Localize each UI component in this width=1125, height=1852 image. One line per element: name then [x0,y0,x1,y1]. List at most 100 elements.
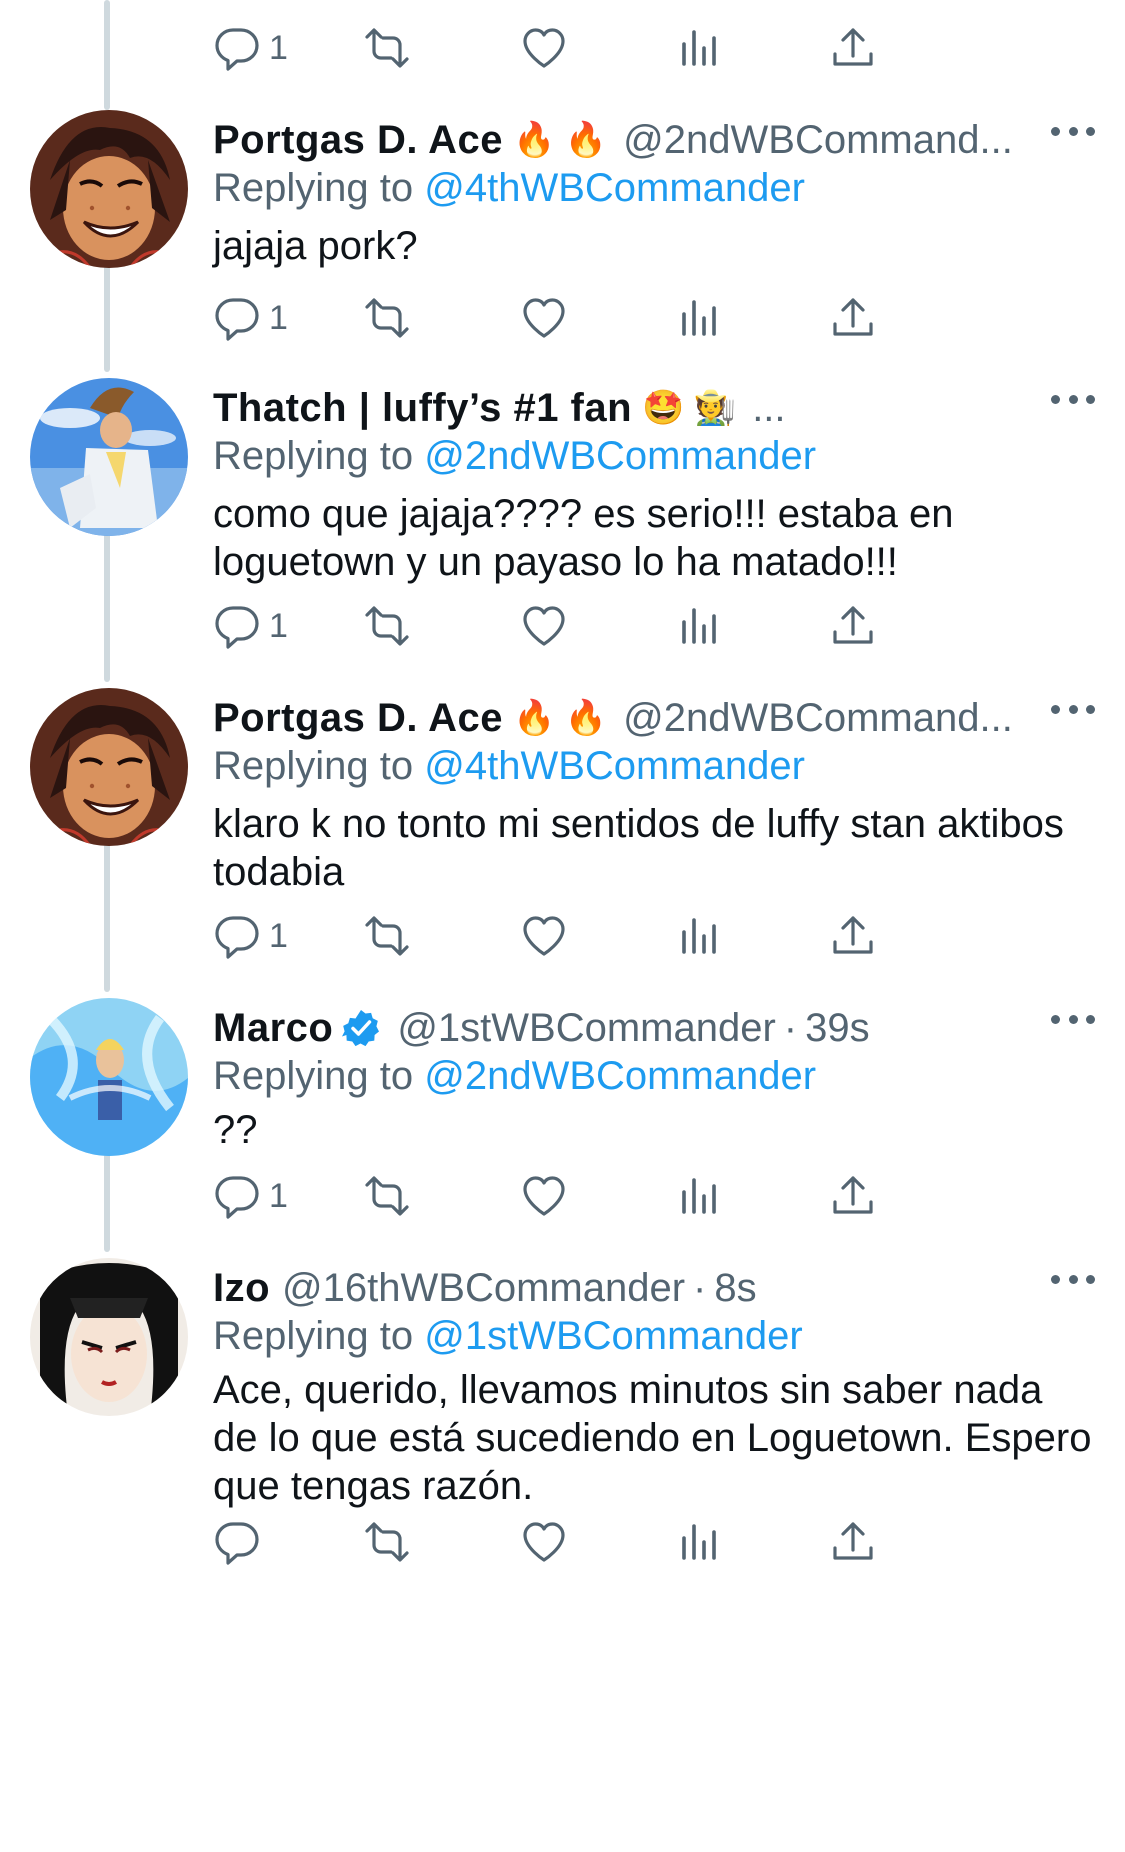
mention-link[interactable]: @2ndWBCommander [424,434,816,478]
display-name[interactable]: Portgas D. Ace [213,696,503,741]
handle[interactable]: @1stWBCommander [397,1006,775,1051]
like-button[interactable] [520,906,568,966]
tweet-actions-bar: 1 [213,906,1013,966]
handle[interactable]: @2ndWBCommand... [623,696,1013,741]
reply-icon [215,298,259,341]
retweet-button[interactable] [363,1512,411,1572]
retweet-icon [365,298,409,338]
avatar[interactable] [30,688,188,846]
views-icon [682,918,716,954]
views-icon [682,1524,716,1560]
display-name[interactable]: Izo [213,1266,270,1311]
avatar[interactable] [30,110,188,268]
name-emoji: 🔥 🔥 [513,699,608,737]
replying-label: Replying to [213,434,414,478]
share-icon [833,1522,873,1560]
reply-button[interactable]: 1 [213,288,288,348]
heart-icon [523,298,565,338]
heart-icon [523,28,565,68]
more-icon[interactable] [1051,1004,1095,1034]
tweet-header: Thatch | luffy’s #1 fan 🤩 🧑‍🌾 ... [213,378,1095,438]
views-button[interactable] [675,288,723,348]
share-button[interactable] [829,596,877,656]
share-icon [833,606,873,644]
mention-link[interactable]: @1stWBCommander [424,1314,802,1358]
retweet-button[interactable] [363,906,411,966]
views-button[interactable] [675,18,723,78]
verified-badge-icon [342,1010,380,1047]
views-button[interactable] [675,906,723,966]
retweet-button[interactable] [363,1166,411,1226]
share-button[interactable] [829,1166,877,1226]
handle[interactable]: @16thWBCommander [282,1266,685,1311]
handle[interactable]: ... [752,386,785,431]
like-button[interactable] [520,18,568,78]
reply-button[interactable]: 1 [213,1166,288,1226]
timestamp[interactable]: 8s [714,1266,756,1311]
views-button[interactable] [675,1166,723,1226]
views-icon [682,1178,716,1214]
mention-link[interactable]: @4thWBCommander [424,744,805,788]
share-button[interactable] [829,906,877,966]
like-button[interactable] [520,288,568,348]
more-icon[interactable] [1051,384,1095,414]
replying-label: Replying to [213,1314,414,1358]
views-icon [682,30,716,66]
reply-icon [215,1176,259,1219]
like-button[interactable] [520,1166,568,1226]
retweet-button[interactable] [363,18,411,78]
views-button[interactable] [675,1512,723,1572]
avatar[interactable] [30,1258,188,1416]
mention-link[interactable]: @4thWBCommander [424,166,805,210]
reply-button[interactable]: 1 [213,596,288,656]
tweet[interactable]: Portgas D. Ace 🔥 🔥 @2ndWBCommand... Repl… [0,688,1125,998]
share-icon [833,916,873,954]
tweet-text: jajaja pork? [213,224,418,268]
reply-button[interactable] [213,1512,269,1572]
retweet-icon [365,28,409,68]
reply-count: 1 [269,1176,288,1215]
share-button[interactable] [829,1512,877,1572]
retweet-button[interactable] [363,596,411,656]
timestamp[interactable]: 39s [805,1006,870,1051]
display-name[interactable]: Portgas D. Ace [213,118,503,163]
reply-button[interactable]: 1 [213,906,288,966]
thread-line [104,0,110,110]
reply-icon [215,1522,259,1565]
handle[interactable]: @2ndWBCommand... [623,118,1013,163]
tweet-actions-bar [213,1512,1013,1572]
replying-label: Replying to [213,744,414,788]
replying-to: Replying to @4thWBCommander [213,744,805,789]
retweet-icon [365,606,409,646]
tweet-actions-bar: 1 [213,288,1013,348]
retweet-icon [365,916,409,956]
display-name[interactable]: Thatch | luffy’s #1 fan [213,386,632,431]
share-button[interactable] [829,18,877,78]
tweet[interactable]: Izo @16thWBCommander · 8s Replying to @1… [0,1258,1125,1852]
mention-link[interactable]: @2ndWBCommander [424,1054,816,1098]
reply-count: 1 [269,916,288,955]
views-button[interactable] [675,596,723,656]
like-button[interactable] [520,1512,568,1572]
tweet[interactable]: Portgas D. Ace 🔥 🔥 @2ndWBCommand... Repl… [0,110,1125,420]
replying-label: Replying to [213,166,414,210]
retweet-button[interactable] [363,288,411,348]
reply-button[interactable]: 1 [213,18,288,78]
tweet[interactable]: Thatch | luffy’s #1 fan 🤩 🧑‍🌾 ... Replyi… [0,378,1125,688]
tweet[interactable]: Marco @1stWBCommander · 39s Replying to … [0,998,1125,1258]
reply-count: 1 [269,606,288,645]
tweet-text: Ace, querido, llevamos minutos sin saber… [213,1368,1092,1508]
separator-dot: · [783,1005,798,1050]
like-button[interactable] [520,596,568,656]
more-icon[interactable] [1051,694,1095,724]
display-name[interactable]: Marco [213,1006,333,1051]
share-button[interactable] [829,288,877,348]
tweet-actions-bar: 1 [213,18,1013,78]
avatar[interactable] [30,378,188,536]
views-icon [682,300,716,336]
tweet-actions-bar: 1 [213,596,1013,656]
avatar[interactable] [30,998,188,1156]
more-icon[interactable] [1051,1264,1095,1294]
more-icon[interactable] [1051,116,1095,146]
tweet-actions-bar: 1 [213,1166,1013,1226]
